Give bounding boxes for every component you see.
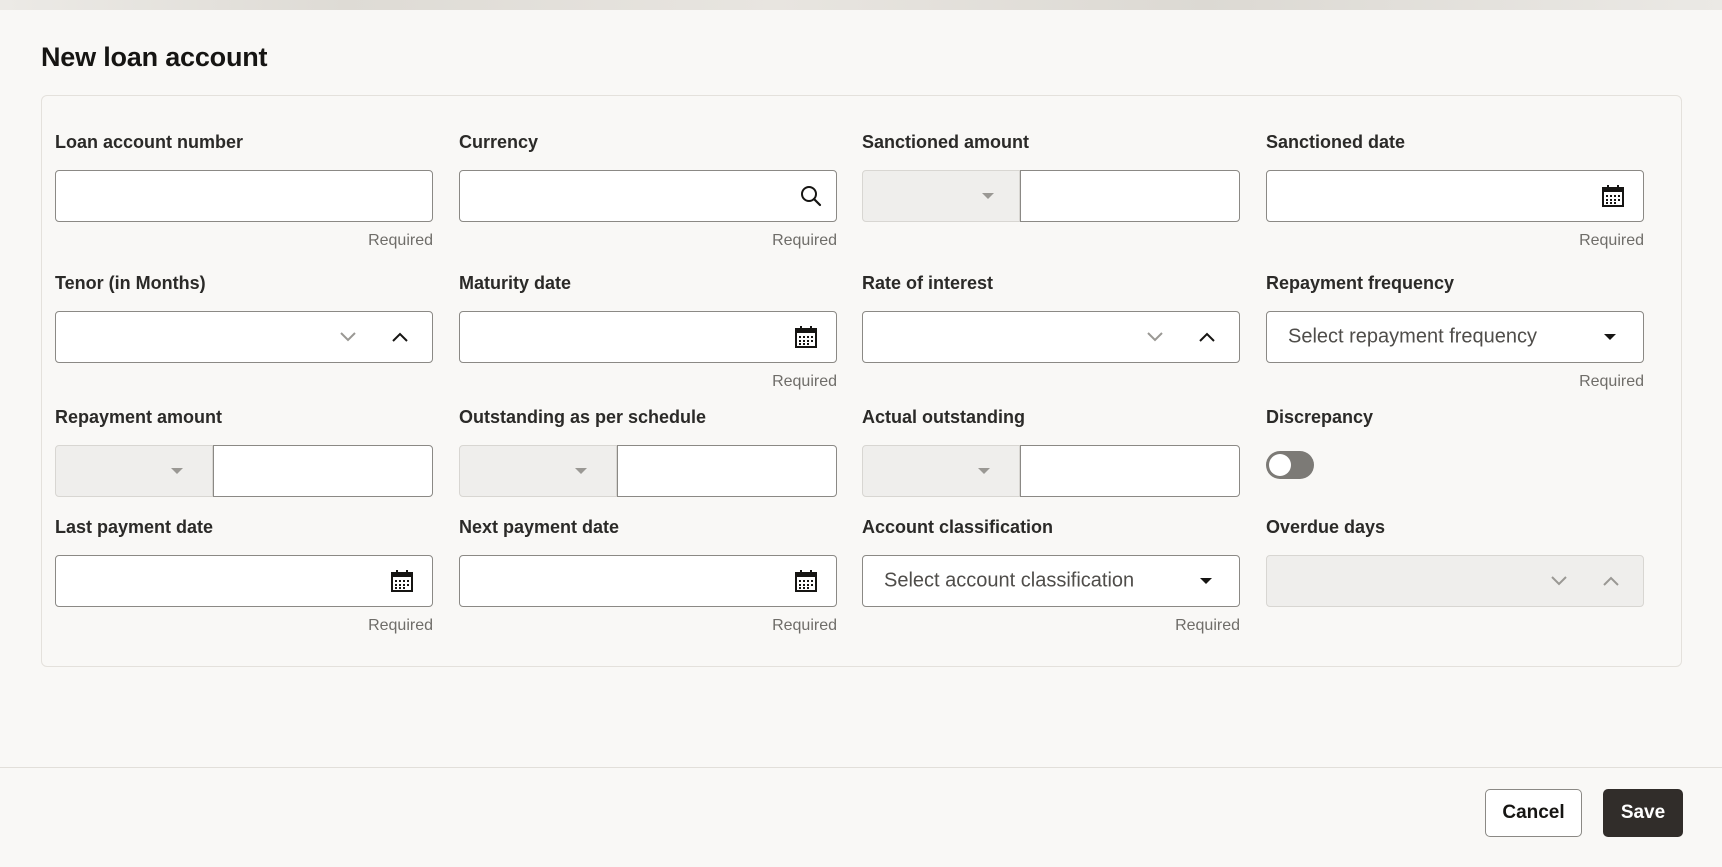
account-classification-select[interactable]: Select account classification bbox=[862, 555, 1240, 607]
repayment-frequency-select[interactable]: Select repayment frequency bbox=[1266, 311, 1644, 363]
repayment-frequency-field: Repayment frequency Select repayment fre… bbox=[1266, 273, 1644, 403]
currency-select[interactable] bbox=[459, 445, 617, 497]
sanctioned-amount-input[interactable] bbox=[1020, 170, 1240, 222]
calendar-icon[interactable] bbox=[1601, 184, 1625, 208]
required-hint: Required bbox=[772, 373, 837, 390]
field-label: Maturity date bbox=[459, 273, 572, 293]
overdue-days-input bbox=[1266, 555, 1644, 607]
account-classification-field: Account classification Select account cl… bbox=[862, 517, 1240, 647]
rate-of-interest-input[interactable] bbox=[862, 311, 1240, 363]
top-banner-strip bbox=[0, 0, 1722, 10]
field-label: Repayment frequency bbox=[1266, 273, 1455, 293]
form-panel: Loan account number Required Currency Re… bbox=[41, 95, 1682, 667]
calendar-icon[interactable] bbox=[794, 569, 818, 593]
chevron-down-icon[interactable] bbox=[340, 332, 356, 342]
caret-down-icon[interactable] bbox=[1603, 333, 1617, 341]
field-label: Currency bbox=[459, 132, 539, 152]
page-title: New loan account bbox=[41, 42, 268, 72]
select-placeholder: Select account classification bbox=[884, 569, 1135, 592]
field-label: Discrepancy bbox=[1266, 407, 1374, 427]
calendar-icon[interactable] bbox=[390, 569, 414, 593]
field-label: Sanctioned date bbox=[1266, 132, 1406, 152]
last-payment-date-input[interactable] bbox=[55, 555, 433, 607]
maturity-date-input[interactable] bbox=[459, 311, 837, 363]
toggle-knob bbox=[1269, 454, 1291, 476]
discrepancy-field: Discrepancy bbox=[1266, 407, 1644, 507]
footer-divider bbox=[0, 767, 1722, 768]
field-label: Account classification bbox=[862, 517, 1054, 537]
required-hint: Required bbox=[1579, 232, 1644, 249]
tenor-field: Tenor (in Months) bbox=[55, 273, 433, 403]
required-hint: Required bbox=[772, 232, 837, 249]
chevron-up-icon[interactable] bbox=[1199, 332, 1215, 342]
calendar-icon[interactable] bbox=[794, 325, 818, 349]
currency-field: Currency Required bbox=[459, 132, 837, 262]
loan-account-number-input[interactable] bbox=[55, 170, 433, 222]
select-placeholder: Select repayment frequency bbox=[1288, 325, 1538, 348]
cancel-button[interactable]: Cancel bbox=[1485, 789, 1582, 837]
overdue-days-field: Overdue days bbox=[1266, 517, 1644, 647]
outstanding-schedule-field: Outstanding as per schedule bbox=[459, 407, 837, 507]
field-label: Loan account number bbox=[55, 132, 244, 152]
discrepancy-toggle[interactable] bbox=[1266, 451, 1314, 479]
field-label: Overdue days bbox=[1266, 517, 1386, 537]
field-label: Last payment date bbox=[55, 517, 214, 537]
repayment-amount-input[interactable] bbox=[213, 445, 433, 497]
chevron-down-icon bbox=[1551, 576, 1567, 586]
caret-down-icon bbox=[574, 467, 588, 475]
caret-down-icon[interactable] bbox=[1199, 577, 1213, 585]
sanctioned-date-field: Sanctioned date Required bbox=[1266, 132, 1644, 262]
actual-outstanding-field: Actual outstanding bbox=[862, 407, 1240, 507]
required-hint: Required bbox=[368, 232, 433, 249]
caret-down-icon bbox=[977, 467, 991, 475]
currency-select[interactable] bbox=[862, 170, 1020, 222]
save-button[interactable]: Save bbox=[1603, 789, 1683, 837]
caret-down-icon bbox=[170, 467, 184, 475]
maturity-date-field: Maturity date Required bbox=[459, 273, 837, 403]
currency-select[interactable] bbox=[862, 445, 1020, 497]
field-label: Actual outstanding bbox=[862, 407, 1025, 427]
tenor-input[interactable] bbox=[55, 311, 433, 363]
actual-outstanding-input[interactable] bbox=[1020, 445, 1240, 497]
repayment-amount-field: Repayment amount bbox=[55, 407, 433, 507]
required-hint: Required bbox=[1579, 373, 1644, 390]
required-hint: Required bbox=[772, 617, 837, 634]
currency-input[interactable] bbox=[459, 170, 837, 222]
sanctioned-date-input[interactable] bbox=[1266, 170, 1644, 222]
chevron-down-icon[interactable] bbox=[1147, 332, 1163, 342]
caret-down-icon bbox=[981, 192, 995, 200]
sanctioned-amount-field: Sanctioned amount bbox=[862, 132, 1240, 262]
chevron-up-icon bbox=[1603, 576, 1619, 586]
loan-account-number-field: Loan account number Required bbox=[55, 132, 433, 262]
next-payment-date-input[interactable] bbox=[459, 555, 837, 607]
rate-of-interest-field: Rate of interest bbox=[862, 273, 1240, 403]
required-hint: Required bbox=[1175, 617, 1240, 634]
required-hint: Required bbox=[368, 617, 433, 634]
search-icon[interactable] bbox=[800, 185, 822, 207]
field-label: Outstanding as per schedule bbox=[459, 407, 707, 427]
outstanding-schedule-input[interactable] bbox=[617, 445, 837, 497]
field-label: Next payment date bbox=[459, 517, 620, 537]
field-label: Repayment amount bbox=[55, 407, 223, 427]
chevron-up-icon[interactable] bbox=[392, 332, 408, 342]
field-label: Sanctioned amount bbox=[862, 132, 1030, 152]
field-label: Tenor (in Months) bbox=[55, 273, 206, 293]
field-label: Rate of interest bbox=[862, 273, 994, 293]
last-payment-date-field: Last payment date Required bbox=[55, 517, 433, 647]
currency-select[interactable] bbox=[55, 445, 213, 497]
next-payment-date-field: Next payment date Required bbox=[459, 517, 837, 647]
